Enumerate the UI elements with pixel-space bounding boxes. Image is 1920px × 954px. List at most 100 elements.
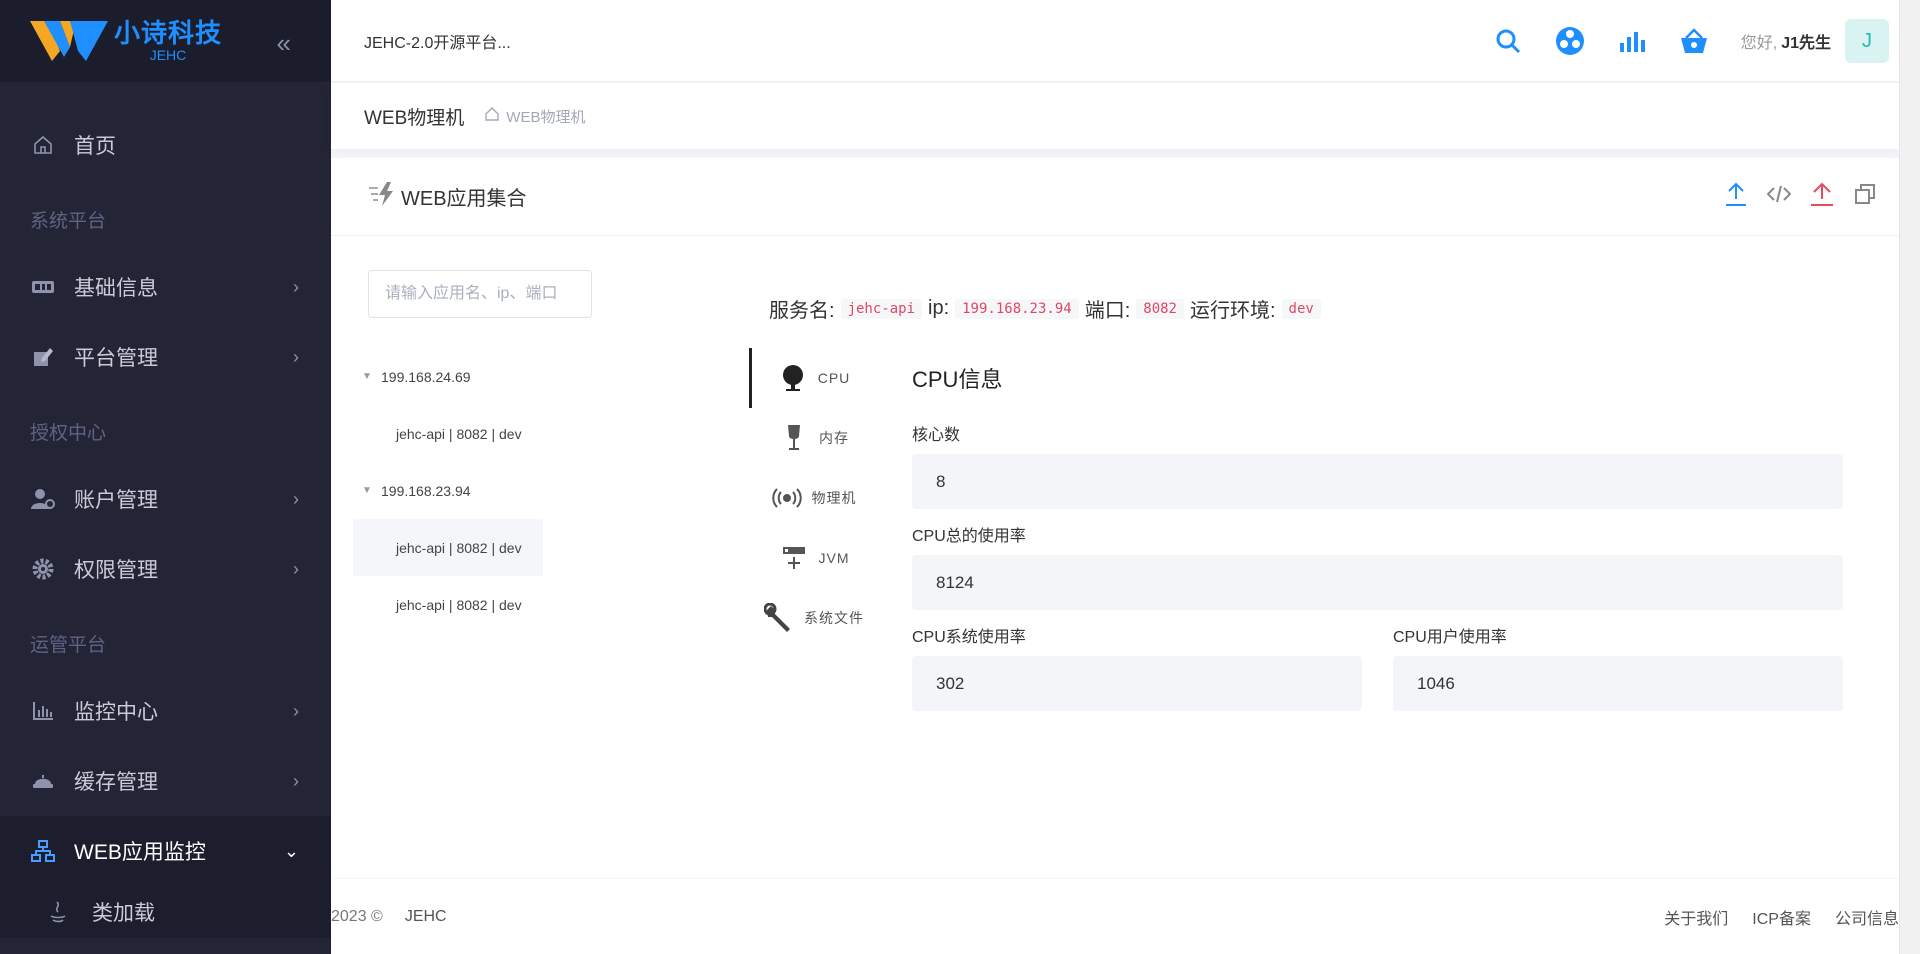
metric-tabs: CPU 内存 物理机 JVM 系统文件 <box>749 348 879 648</box>
chevron-down-icon: ⌄ <box>283 840 299 861</box>
brand-name: 小诗科技 <box>114 18 223 48</box>
section-ops-platform: 运管平台 <box>30 634 107 656</box>
sidebar-item-label: 基础信息 <box>74 277 158 300</box>
sidebar-item-platform-mgmt[interactable]: 平台管理 › <box>0 322 331 392</box>
gear-icon <box>30 556 56 582</box>
search-input[interactable] <box>368 270 592 318</box>
active-tab-indicator <box>749 348 752 408</box>
cache-icon <box>30 768 56 794</box>
chevron-right-icon: › <box>293 770 299 791</box>
env-value: dev <box>1281 298 1321 319</box>
basket-icon[interactable] <box>1679 26 1709 56</box>
sidebar-item-home[interactable]: 首页 <box>0 110 331 180</box>
sidebar-item-label: 账户管理 <box>74 489 158 512</box>
cpu-user-field: 1046 <box>1393 656 1843 711</box>
cpu-sys-label: CPU系统使用率 <box>912 629 1026 646</box>
footer-link-about[interactable]: 关于我们 <box>1664 905 1728 929</box>
env-label: 运行环境: <box>1189 300 1276 322</box>
bar-chart-icon[interactable] <box>1617 26 1647 56</box>
upload-icon[interactable] <box>1722 180 1750 208</box>
tab-jvm[interactable]: JVM <box>749 528 879 588</box>
chevron-right-icon: › <box>293 558 299 579</box>
sidebar-nav: 首页 系统平台 基础信息 › 平台管理 › 授权中心 账户管理 › 权限管理 ›… <box>0 82 331 938</box>
search-icon[interactable] <box>1493 26 1523 56</box>
tree-node-label: 199.168.23.94 <box>381 482 471 499</box>
home-icon[interactable] <box>484 106 500 126</box>
wrench-icon <box>764 603 794 633</box>
brand-sub: JEHC <box>149 47 187 63</box>
tree-leaf-app[interactable]: jehc-api | 8082 | dev <box>353 519 543 576</box>
id-card-icon <box>30 274 56 300</box>
sidebar-item-basic-info[interactable]: 基础信息 › <box>0 252 331 322</box>
chevron-right-icon: › <box>293 700 299 721</box>
sidebar-item-permission-mgmt[interactable]: 权限管理 › <box>0 534 331 604</box>
export-icon[interactable] <box>1808 180 1836 208</box>
sidebar-item-label: WEB应用监控 <box>74 841 206 864</box>
sidebar-item-web-monitor[interactable]: WEB应用监控 ⌄ <box>0 816 331 886</box>
page-scrollbar[interactable] <box>1899 0 1920 954</box>
apps-icon[interactable] <box>1555 26 1585 56</box>
user-greeting: 您好, J1先生 <box>1741 29 1831 53</box>
tree-leaf-app[interactable]: jehc-api | 8082 | dev <box>353 405 543 462</box>
brand-text: 小诗科技 JEHC <box>114 19 222 63</box>
caret-down-icon[interactable]: ▼ <box>353 371 381 382</box>
sidebar-item-label: 缓存管理 <box>74 771 158 794</box>
tree-node-label: 199.168.24.69 <box>381 368 471 385</box>
cpu-user-label: CPU用户使用率 <box>1393 629 1507 646</box>
breadcrumb-bar: WEB物理机 WEB物理机 <box>331 83 1899 149</box>
tab-label: CPU <box>817 370 851 386</box>
cpu-total-field: 8124 <box>912 555 1843 610</box>
sidebar-item-monitor-center[interactable]: 监控中心 › <box>0 676 331 746</box>
chevron-right-icon: › <box>293 276 299 297</box>
footer-link-icp[interactable]: ICP备案 <box>1752 905 1811 929</box>
breadcrumb-item[interactable]: WEB物理机 <box>506 106 585 127</box>
topbar-actions: 您好, J1先生 J <box>1461 0 1889 82</box>
chevron-right-icon: › <box>293 488 299 509</box>
tab-cpu[interactable]: CPU <box>749 348 879 408</box>
avatar[interactable]: J <box>1845 19 1889 63</box>
section-system-platform: 系统平台 <box>30 210 107 232</box>
tree-node-host[interactable]: ▼ 199.168.23.94 <box>353 462 543 519</box>
sidebar-item-label: 首页 <box>74 135 116 158</box>
tab-physical[interactable]: 物理机 <box>749 468 879 528</box>
service-info: 服务名: jehc-api ip: 199.168.23.94 端口: 8082… <box>769 294 1327 323</box>
username[interactable]: J1先生 <box>1781 35 1831 52</box>
network-icon <box>30 838 56 864</box>
chart-icon <box>30 698 56 724</box>
copy-icon[interactable] <box>1851 180 1879 208</box>
cores-label: 核心数 <box>912 427 961 444</box>
tree-node-host[interactable]: ▼ 199.168.24.69 <box>353 348 543 405</box>
cpu-sys-field: 302 <box>912 656 1362 711</box>
tab-system-files[interactable]: 系统文件 <box>749 588 879 648</box>
breadcrumb: WEB物理机 <box>484 106 585 127</box>
sidebar-item-label: 监控中心 <box>74 701 158 724</box>
card-tools <box>1707 180 1879 208</box>
app-title: JEHC-2.0开源平台... <box>364 34 511 52</box>
cores-field: 8 <box>912 454 1843 509</box>
tab-label: 内存 <box>819 430 849 446</box>
code-icon[interactable] <box>1765 180 1793 208</box>
tab-memory[interactable]: 内存 <box>749 408 879 468</box>
service-name-label: 服务名: <box>769 300 835 322</box>
broadcast-icon <box>771 483 802 513</box>
cpu-usage-row: CPU系统使用率 302 CPU用户使用率 1046 <box>912 610 1843 711</box>
card-title: WEB应用集合 <box>401 188 527 210</box>
tab-label: 系统文件 <box>804 610 864 626</box>
chevron-right-icon: › <box>293 346 299 367</box>
double-chevron-left-icon[interactable]: « <box>277 28 291 59</box>
section-auth-center: 授权中心 <box>30 422 107 444</box>
sidebar-item-account-mgmt[interactable]: 账户管理 › <box>0 464 331 534</box>
footer-brand[interactable]: JEHC <box>405 908 447 926</box>
sidebar-item-label: 平台管理 <box>74 347 158 370</box>
brand-logo <box>30 21 108 61</box>
caret-down-icon[interactable]: ▼ <box>353 485 381 496</box>
sidebar: 小诗科技 JEHC « 首页 系统平台 基础信息 › 平台管理 › 授权中心 账… <box>0 0 331 954</box>
web-app-card: WEB应用集合 ▼ 199.168.24.69 jehc-api | 8082 … <box>331 158 1899 878</box>
lightning-list-icon <box>369 181 397 212</box>
home-icon <box>30 132 56 158</box>
sidebar-item-cache-mgmt[interactable]: 缓存管理 › <box>0 746 331 816</box>
sidebar-subitem-class-loading[interactable]: 类加载 <box>0 886 331 938</box>
tree-leaf-app[interactable]: jehc-api | 8082 | dev <box>353 576 543 633</box>
footer-link-company[interactable]: 公司信息 <box>1835 905 1899 929</box>
page-title: WEB物理机 <box>364 107 465 129</box>
